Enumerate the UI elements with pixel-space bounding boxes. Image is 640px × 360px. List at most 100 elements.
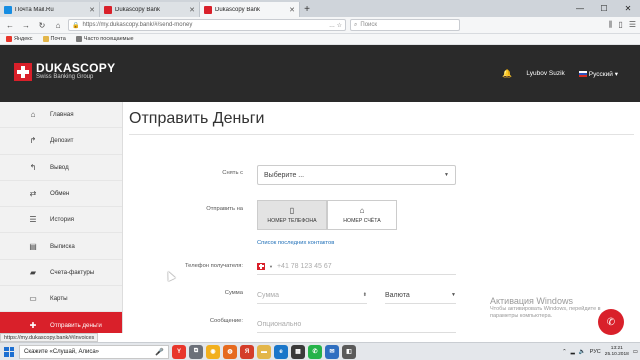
microphone-icon[interactable]: 🎤 xyxy=(155,348,164,356)
mail-icon[interactable]: ✉ xyxy=(325,344,339,359)
close-window-icon[interactable]: ✕ xyxy=(616,0,640,17)
bell-icon[interactable]: 🔔 xyxy=(502,69,512,78)
firefox-icon[interactable]: ◍ xyxy=(223,344,237,359)
sidebar-item[interactable]: ↱ Депозит xyxy=(0,128,122,155)
store-icon[interactable]: ▦ xyxy=(291,344,305,359)
spinner-icon[interactable]: ⬍ xyxy=(363,292,367,298)
browser-nav-bar: ← → ↻ ⌂ 🔒 https://my.dukascopy.bank/#/se… xyxy=(0,17,640,34)
table-icon: ▤ xyxy=(29,241,37,251)
recent-contacts-link[interactable]: Список последних контактов xyxy=(257,240,334,246)
exchange-icon: ⇄ xyxy=(29,189,37,199)
dukascopy-logo[interactable]: DUKASCOPY Swiss Banking Group xyxy=(14,61,116,81)
country-caret-icon[interactable]: ▼ xyxy=(269,264,273,269)
bookmark-mail[interactable]: Почта xyxy=(42,36,66,42)
sidebar-item[interactable]: ↰ Вывод xyxy=(0,155,122,181)
folder-icon: ▰ xyxy=(29,267,37,277)
sidebar-item[interactable]: ▭ Карты xyxy=(0,286,122,313)
windows-start-icon[interactable] xyxy=(2,345,16,359)
close-tab-icon[interactable]: ✕ xyxy=(289,6,295,14)
task-view-icon[interactable]: ⧉ xyxy=(189,344,203,359)
sidebar-item[interactable]: ▰ Счета-фактуры xyxy=(0,260,122,287)
menu-icon[interactable]: ☰ xyxy=(629,20,636,30)
close-tab-icon[interactable]: ✕ xyxy=(189,6,195,14)
new-tab-button[interactable]: + xyxy=(300,2,314,17)
taskbar-search[interactable]: Скажите «Слушай, Алиса» 🎤 xyxy=(19,344,169,359)
lock-icon: 🔒 xyxy=(72,22,80,29)
dukascopy-favicon-icon xyxy=(104,5,112,14)
notifications-icon[interactable]: ▭ xyxy=(633,349,638,355)
search-input[interactable]: ⌕ Поиск xyxy=(350,19,460,31)
folder-icon xyxy=(42,36,49,42)
sidebar-item-label: Отправить деньги xyxy=(50,321,102,329)
tab-mail[interactable]: Почта Mail.Ru ✕ xyxy=(0,2,100,17)
chrome-icon[interactable]: ◉ xyxy=(206,344,220,359)
send-icon: ✚ xyxy=(29,320,37,330)
tray-arrow-icon[interactable]: ⌃ xyxy=(562,349,567,355)
amount-label: Сумма xyxy=(224,290,243,296)
page-actions-icon[interactable]: … ☆ xyxy=(329,22,342,29)
whatsapp-icon[interactable]: ✆ xyxy=(308,344,322,359)
option-label: НОМЕР СЧЁТА xyxy=(343,218,381,224)
sidebar-item[interactable]: ☰ История xyxy=(0,207,122,234)
maximize-icon[interactable]: ☐ xyxy=(592,0,616,17)
edge-icon[interactable]: e xyxy=(274,344,288,359)
page-title: Отправить Деньги xyxy=(129,110,265,127)
home-browser-icon[interactable]: ⌂ xyxy=(52,19,64,31)
sidebar-item[interactable]: ▤ Выписка xyxy=(0,233,122,260)
message-input[interactable]: Опционально xyxy=(257,316,456,333)
logo-name: DUKASCOPY xyxy=(36,61,116,75)
bookmark-frequent[interactable]: Часто посещаемые xyxy=(75,36,134,42)
sidebar-item[interactable]: ⇄ Обмен xyxy=(0,181,122,208)
chat-button[interactable]: ✆ xyxy=(598,309,624,335)
app-icon[interactable]: ◧ xyxy=(342,344,356,359)
address-bar[interactable]: 🔒 https://my.dukascopy.bank/#/send-money… xyxy=(68,19,346,31)
volume-icon[interactable]: 🔈 xyxy=(579,349,586,355)
network-icon[interactable]: ▂ xyxy=(571,349,575,355)
yandex-browser-icon[interactable]: Y xyxy=(172,344,186,359)
recipient-phone-label: Телефон получателя: xyxy=(184,263,243,269)
user-name[interactable]: Lyubov Suzik xyxy=(526,70,564,77)
sidebar-item-label: Обмен xyxy=(50,190,70,198)
sidebar: ⌂ Главная ↱ Депозит ↰ Вывод ⇄ Обмен ☰ История ▤ Вып… xyxy=(0,102,123,333)
bookmarks-bar: Яндекс Почта Часто посещаемые xyxy=(0,34,640,45)
withdraw-from-select[interactable]: Выберите ... ▼ xyxy=(257,165,456,185)
sidebar-toggle-icon[interactable]: ▯ xyxy=(618,20,622,30)
swiss-cross-icon xyxy=(14,63,32,81)
home-icon: ⌂ xyxy=(30,110,36,120)
library-icon[interactable]: ⫼ xyxy=(609,20,613,30)
message-label: Сообщение: xyxy=(209,318,243,324)
tab-title: Dukascopy Bank xyxy=(115,6,161,13)
tab-dukascopy-2[interactable]: Dukascopy Bank ✕ xyxy=(200,2,300,17)
system-tray: ⌃ ▂ 🔈 РУС 13:21 25.10.2018 ▭ xyxy=(562,346,638,358)
currency-select[interactable]: Валюта ▼ xyxy=(385,287,456,304)
yandex-icon[interactable]: Я xyxy=(240,344,254,359)
minimize-icon[interactable]: — xyxy=(568,0,592,17)
russia-flag-icon xyxy=(578,70,587,77)
sidebar-item-label: Вывод xyxy=(50,163,69,171)
taskbar: Скажите «Слушай, Алиса» 🎤 Y ⧉ ◉ ◍ Я ▬ e … xyxy=(0,342,640,360)
language-select[interactable]: Русский ▾ xyxy=(578,70,618,78)
phone-number-option[interactable]: ▯ НОМЕР ТЕЛЕФОНА xyxy=(257,200,327,230)
back-icon[interactable]: ← xyxy=(4,19,16,31)
toolbar-icons: ⫼ ▯ ☰ xyxy=(609,20,636,30)
message-placeholder: Опционально xyxy=(257,320,302,328)
url-text: https://my.dukascopy.bank/#/send-money xyxy=(82,22,193,28)
reload-icon[interactable]: ↻ xyxy=(36,19,48,31)
recipient-phone-input[interactable]: ▼ +41 78 123 45 67 xyxy=(257,258,456,275)
close-tab-icon[interactable]: ✕ xyxy=(89,6,95,14)
sidebar-item-label: Карты xyxy=(50,295,68,303)
tab-dukascopy-1[interactable]: Dukascopy Bank ✕ xyxy=(100,2,200,17)
bookmark-yandex[interactable]: Яндекс xyxy=(6,36,33,42)
sidebar-item[interactable]: ⌂ Главная xyxy=(0,102,122,129)
yandex-icon xyxy=(6,36,12,42)
send-to-toggle: ▯ НОМЕР ТЕЛЕФОНА ⌂ НОМЕР СЧЁТА xyxy=(257,200,397,230)
language-indicator[interactable]: РУС xyxy=(590,349,601,355)
clock[interactable]: 13:21 25.10.2018 xyxy=(605,346,629,358)
watermark-line: Чтобы активировать Windows, перейдите в xyxy=(490,306,601,312)
amount-input[interactable]: Сумма ⬍ xyxy=(257,287,367,304)
account-number-option[interactable]: ⌂ НОМЕР СЧЁТА xyxy=(327,200,397,230)
explorer-icon[interactable]: ▬ xyxy=(257,344,271,359)
watermark-title: Активация Windows xyxy=(490,296,573,306)
forward-icon[interactable]: → xyxy=(20,19,32,31)
sidebar-item[interactable]: ✚ Отправить деньги xyxy=(0,312,122,333)
